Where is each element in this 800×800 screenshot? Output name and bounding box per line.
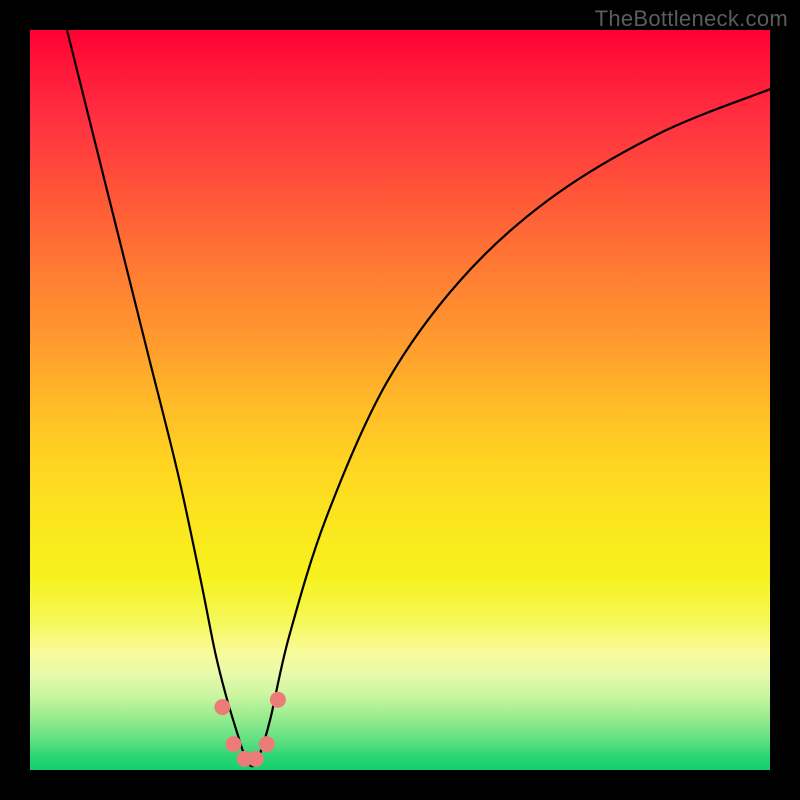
watermark-text: TheBottleneck.com	[595, 6, 788, 32]
marker-group	[214, 692, 286, 767]
marker-dot	[248, 751, 264, 767]
chart-svg	[30, 30, 770, 770]
marker-dot	[226, 736, 242, 752]
marker-dot	[270, 692, 286, 708]
marker-dot	[214, 699, 230, 715]
chart-plot-area	[30, 30, 770, 770]
marker-dot	[259, 736, 275, 752]
bottleneck-curve	[67, 30, 770, 766]
